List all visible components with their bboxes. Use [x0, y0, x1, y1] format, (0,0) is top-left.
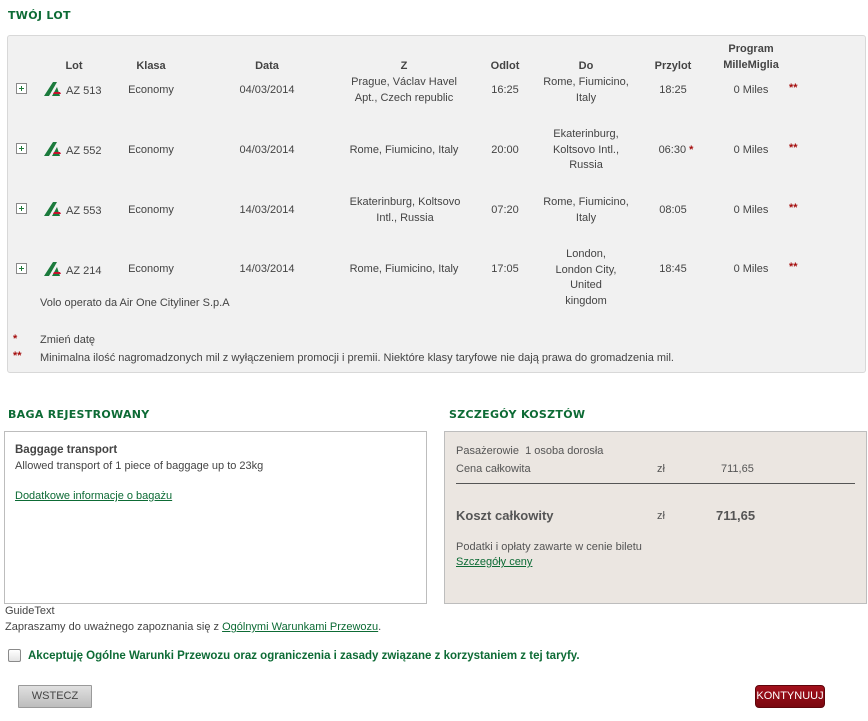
continue-button[interactable]: KONTYNUUJ — [755, 685, 825, 708]
miles-mark: ** — [789, 261, 798, 273]
alitalia-logo-icon — [44, 82, 61, 96]
header-class: Klasa — [136, 60, 166, 72]
alitalia-logo-icon — [44, 142, 61, 156]
terms-checkbox-label[interactable]: Akceptuję Ogólne Warunki Przewozu oraz o… — [28, 650, 580, 662]
header-program-line2: MilleMiglia — [723, 59, 779, 71]
miles-mark: ** — [789, 142, 798, 154]
flight-departure: 16:25 — [491, 84, 519, 96]
miles-mark: ** — [789, 82, 798, 94]
flight-table: Lot Klasa Data Z Odlot Do Przylot Progra… — [7, 35, 866, 373]
guide-label: GuideText — [5, 605, 55, 617]
flight-number: AZ 214 — [66, 265, 102, 277]
flight-number: AZ 513 — [66, 85, 102, 97]
flight-to: Rome, Fiumicino, Italy — [543, 196, 629, 224]
cost-section-title: SZCZEGÓY KOSZTÓW — [449, 408, 586, 421]
arrival-time: 18:25 — [659, 84, 687, 96]
total-price-currency: zł — [657, 463, 665, 475]
price-details-link[interactable]: Szczegóły ceny — [456, 556, 532, 568]
flight-miles: 0 Miles — [733, 263, 769, 275]
flight-miles: 0 Miles — [733, 84, 769, 96]
note-marker: ** — [13, 350, 22, 362]
total-price-label: Cena całkowita — [456, 463, 531, 475]
flight-arrival: 18:25 — [646, 83, 700, 99]
flight-class: Economy — [128, 144, 174, 156]
flight-date: 04/03/2014 — [239, 84, 295, 96]
flight-class: Economy — [128, 263, 174, 275]
arrival-time: 18:45 — [659, 263, 687, 275]
flight-departure: 07:20 — [491, 204, 519, 216]
passengers-label: Pasażerowie — [456, 445, 519, 457]
flight-from: Ekaterinburg, Koltsovo Intl., Russia — [349, 196, 461, 224]
flight-from: Rome, Fiumicino, Italy — [349, 144, 459, 156]
guide-text-prefix: Zapraszamy do uważnego zapoznania się z — [5, 621, 223, 633]
expand-plus-icon[interactable] — [16, 263, 27, 274]
cost-box: Pasażerowie 1 osoba dorosła Cena całkowi… — [444, 431, 867, 604]
alitalia-logo-icon — [44, 262, 61, 276]
header-departure: Odlot — [490, 60, 520, 72]
header-flight: Lot — [65, 60, 83, 72]
flight-departure: 20:00 — [491, 144, 519, 156]
total-cost-value: 711,65 — [716, 508, 756, 523]
flight-number: AZ 552 — [66, 145, 102, 157]
operated-by-note: Volo operato da Air One Cityliner S.p.A — [40, 297, 230, 309]
back-button[interactable]: WSTECZ — [18, 685, 92, 708]
baggage-section-title: BAGA REJESTROWANY — [8, 408, 150, 421]
header-arrival: Przylot — [654, 60, 692, 72]
flight-from: Rome, Fiumicino, Italy — [349, 263, 459, 275]
arrival-time: 06:30 — [658, 144, 687, 156]
flight-class: Economy — [128, 84, 174, 96]
flight-class: Economy — [128, 204, 174, 216]
guide-text-suffix: . — [378, 621, 382, 633]
cost-divider — [456, 483, 855, 484]
header-from: Z — [400, 60, 408, 72]
flight-date: 14/03/2014 — [239, 263, 295, 275]
flight-from: Prague, Václav Havel Apt., Czech republi… — [351, 76, 457, 104]
total-price-value: 711,65 — [721, 463, 754, 475]
header-date: Data — [255, 60, 279, 72]
flight-arrival: 06:30 * — [646, 143, 706, 159]
terms-checkbox[interactable] — [8, 649, 21, 662]
expand-plus-icon[interactable] — [16, 83, 27, 94]
header-to: Do — [578, 60, 594, 72]
flight-arrival: 08:05 — [646, 203, 700, 219]
flight-to: Ekaterinburg, Koltsovo Intl., Russia — [552, 128, 620, 171]
baggage-heading: Baggage transport — [15, 444, 118, 456]
flight-arrival: 18:45 — [646, 262, 700, 278]
total-cost-label: Koszt całkowity — [456, 508, 554, 523]
total-cost-currency: zł — [657, 510, 665, 522]
header-program-line1: Program — [728, 43, 774, 55]
alitalia-logo-icon — [44, 202, 61, 216]
flight-to: Rome, Fiumicino, Italy — [543, 76, 629, 104]
arrival-mark[interactable]: * — [689, 144, 693, 156]
flight-number: AZ 553 — [66, 205, 102, 217]
expand-plus-icon[interactable] — [16, 143, 27, 154]
passengers-value: 1 osoba dorosła — [525, 445, 604, 457]
guide-text: Zapraszamy do uważnego zapoznania się z … — [5, 621, 381, 633]
flight-to: London, London City, United kingdom — [555, 248, 617, 307]
change-date-note[interactable]: Zmień datę — [40, 334, 95, 346]
flight-departure: 17:05 — [491, 263, 519, 275]
flight-date: 04/03/2014 — [239, 144, 295, 156]
baggage-description: Allowed transport of 1 piece of baggage … — [15, 460, 264, 472]
miles-mark: ** — [789, 202, 798, 214]
passengers-row: Pasażerowie 1 osoba dorosła — [456, 445, 603, 457]
note-marker: * — [13, 333, 18, 345]
arrival-time: 08:05 — [659, 204, 687, 216]
flight-date: 14/03/2014 — [239, 204, 295, 216]
expand-plus-icon[interactable] — [16, 203, 27, 214]
baggage-box: Baggage transport Allowed transport of 1… — [4, 431, 427, 604]
taxes-note: Podatki i opłaty zawarte w cenie biletu — [456, 541, 642, 553]
header-program: Program MilleMiglia — [706, 41, 796, 73]
baggage-info-link[interactable]: Dodatkowe informacje o bagażu — [15, 490, 172, 502]
carriage-terms-link[interactable]: Ogólnymi Warunkami Przewozu — [222, 621, 378, 633]
flight-miles: 0 Miles — [733, 204, 769, 216]
flight-miles: 0 Miles — [733, 144, 769, 156]
miles-note: Minimalna ilość nagromadzonych mil z wył… — [40, 352, 674, 364]
flight-section-title: TWÓJ LOT — [8, 9, 71, 22]
